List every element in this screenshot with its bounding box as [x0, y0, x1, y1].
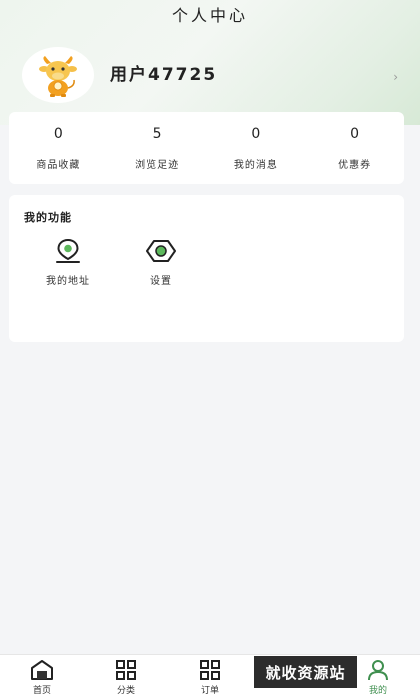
stat-messages[interactable]: 0 我的消息	[207, 112, 306, 184]
grid-icon	[200, 660, 220, 680]
bottom-tabbar: 首页 分类 订单 我的	[0, 654, 420, 700]
function-label: 设置	[150, 276, 172, 287]
stat-coupons[interactable]: 0 优惠券	[305, 112, 404, 184]
location-pin-icon	[56, 238, 80, 263]
tab-label: 订单	[200, 686, 219, 696]
stat-value: 5	[152, 125, 162, 142]
stat-value: 0	[350, 125, 360, 142]
function-label: 我的地址	[46, 276, 90, 287]
stats-card: 0 商品收藏 5 浏览足迹 0 我的消息 0 优惠券	[9, 112, 404, 184]
home-icon	[31, 660, 53, 680]
tab-label: 我的	[368, 686, 387, 696]
page-title: 个人中心	[171, 6, 248, 25]
username[interactable]: 用户47725	[110, 60, 217, 85]
tab-label: 分类	[116, 686, 135, 696]
tab-category[interactable]: 分类	[84, 655, 168, 700]
function-settings[interactable]: 设置	[121, 238, 201, 287]
stat-value: 0	[251, 125, 261, 142]
functions-title: 我的功能	[24, 211, 72, 224]
stat-label: 我的消息	[233, 159, 278, 171]
watermark: 就收资源站	[254, 656, 357, 688]
chevron-right-icon[interactable]: ›	[393, 70, 398, 84]
avatar[interactable]	[22, 47, 94, 103]
settings-icon	[146, 240, 176, 262]
stat-label: 浏览足迹	[135, 159, 180, 171]
stat-history[interactable]: 5 浏览足迹	[108, 112, 207, 184]
stat-favorites[interactable]: 0 商品收藏	[9, 112, 108, 184]
stat-label: 优惠券	[338, 159, 372, 171]
tab-orders[interactable]: 订单	[168, 655, 252, 700]
tab-label: 首页	[32, 686, 51, 696]
user-icon	[368, 660, 388, 681]
stat-label: 商品收藏	[36, 159, 81, 171]
function-my-address[interactable]: 我的地址	[28, 238, 108, 287]
grid-icon	[116, 660, 136, 680]
functions-card: 我的功能 我的地址 设置	[9, 195, 404, 342]
stat-value: 0	[53, 125, 63, 142]
cow-mascot-icon	[39, 56, 77, 97]
tab-home[interactable]: 首页	[0, 655, 84, 700]
